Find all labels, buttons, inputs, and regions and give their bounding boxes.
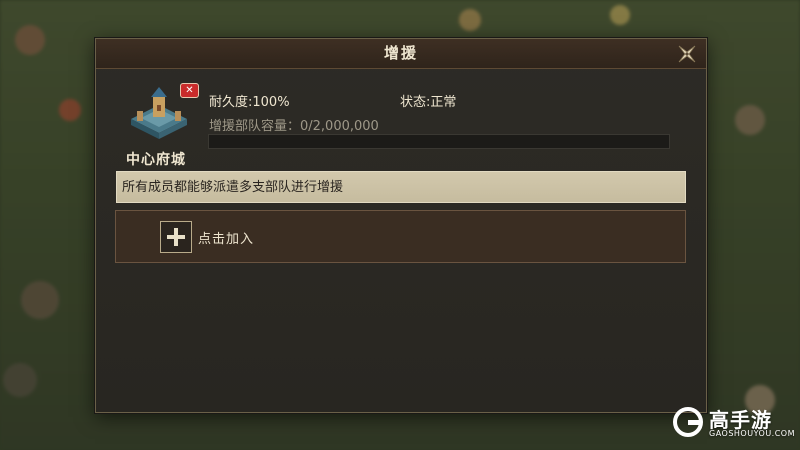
close-button[interactable]	[676, 43, 698, 65]
remove-badge[interactable]: ✕	[180, 83, 199, 98]
plus-icon	[160, 221, 192, 253]
reinforce-dialog: 增援 ✕ 中心府城 耐久度:100% 状态:正常 增援部队容量：0/2,000,…	[95, 38, 707, 413]
status-text: 状态:正常	[400, 95, 457, 110]
info-notice: 所有成员都能够派遣多支部队进行增援	[116, 171, 686, 203]
dialog-title: 增援	[383, 44, 418, 62]
brand-logo-icon	[673, 407, 703, 437]
capacity-progress-bar	[208, 134, 670, 149]
dialog-title-bar: 增援	[96, 39, 706, 69]
fortress-name: 中心府城	[126, 152, 186, 168]
durability-text: 耐久度:100%	[209, 95, 290, 110]
join-slot-button[interactable]: 点击加入	[115, 210, 686, 263]
close-x-icon	[678, 45, 696, 63]
capacity-text: 增援部队容量：0/2,000,000	[209, 119, 379, 134]
join-label: 点击加入	[198, 232, 255, 247]
site-watermark: 高手游 GAOSHOUYOU.COM	[672, 402, 796, 444]
watermark-url: GAOSHOUYOU.COM	[709, 429, 796, 438]
